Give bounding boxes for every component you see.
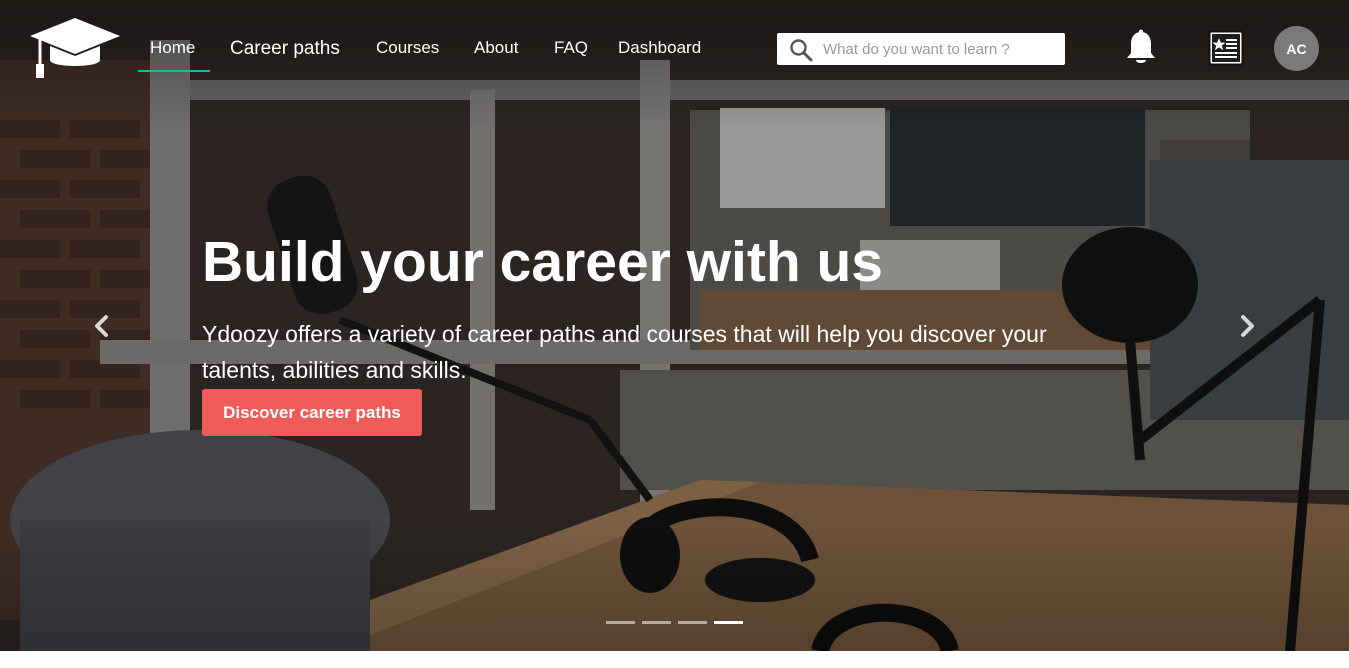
search-box bbox=[777, 33, 1065, 65]
chevron-left-icon[interactable] bbox=[92, 314, 112, 338]
hero-subtitle: Ydoozy offers a variety of career paths … bbox=[202, 321, 1047, 383]
nav-home[interactable]: Home bbox=[150, 37, 195, 59]
search-input[interactable] bbox=[823, 38, 1058, 60]
nav-career-paths[interactable]: Career paths bbox=[230, 38, 340, 60]
bell-icon[interactable] bbox=[1122, 29, 1160, 67]
discover-career-paths-button[interactable]: Discover career paths bbox=[202, 389, 422, 436]
search-icon[interactable] bbox=[789, 38, 813, 62]
top-navbar: Home Career paths Courses About FAQ Dash… bbox=[0, 0, 1349, 96]
carousel-indicator-3[interactable] bbox=[678, 621, 707, 624]
nav-faq[interactable]: FAQ bbox=[554, 37, 588, 59]
graduation-cap-logo[interactable] bbox=[28, 16, 122, 80]
hero-headline: Build your career with us bbox=[202, 230, 883, 294]
nav-courses[interactable]: Courses bbox=[376, 37, 439, 59]
hero-carousel: Home Career paths Courses About FAQ Dash… bbox=[0, 0, 1349, 651]
carousel-indicators bbox=[606, 621, 746, 625]
news-icon[interactable] bbox=[1208, 30, 1244, 66]
user-avatar[interactable]: AC bbox=[1274, 26, 1319, 71]
carousel-indicator-1[interactable] bbox=[606, 621, 635, 624]
nav-active-underline bbox=[138, 70, 210, 72]
nav-about[interactable]: About bbox=[474, 37, 518, 59]
carousel-indicator-2[interactable] bbox=[642, 621, 671, 624]
nav-dashboard[interactable]: Dashboard bbox=[618, 37, 701, 59]
carousel-indicator-4[interactable] bbox=[714, 621, 743, 624]
chevron-right-icon[interactable] bbox=[1237, 314, 1257, 338]
